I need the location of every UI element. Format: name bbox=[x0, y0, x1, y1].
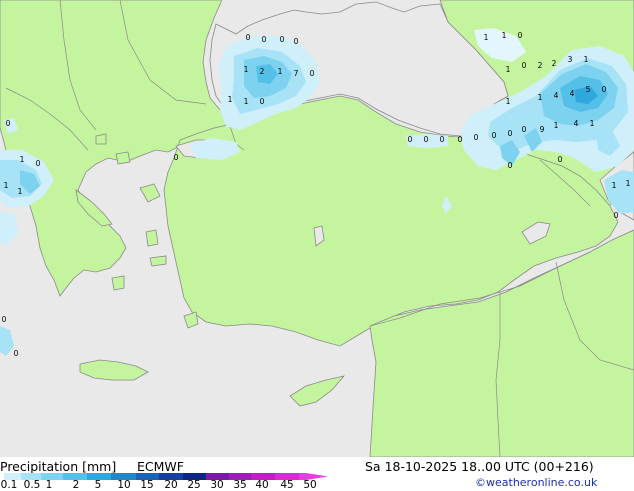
cell-value-label: 0 bbox=[6, 119, 11, 128]
cell-value-label: 1 bbox=[20, 155, 25, 164]
cell-value-label: 1 bbox=[502, 31, 507, 40]
legend-tick-label: 40 bbox=[255, 479, 269, 491]
legend-tick-label: 35 bbox=[233, 479, 247, 491]
cell-value-label: 1 bbox=[584, 55, 589, 64]
land-samos bbox=[149, 255, 167, 267]
cell-value-label: 1 bbox=[590, 119, 595, 128]
chart-title: Precipitation [mm] bbox=[0, 459, 117, 474]
cell-value-label: 1 bbox=[244, 65, 249, 74]
legend-tick-label: 2 bbox=[72, 479, 80, 491]
cell-value-label: 1 bbox=[228, 95, 233, 104]
cell-value-label: 1 bbox=[4, 181, 9, 190]
cell-value-label: 0 bbox=[294, 37, 299, 46]
cell-value-label: 0 bbox=[2, 315, 7, 324]
cell-value-label: 2 bbox=[538, 61, 543, 70]
cell-value-label: 0 bbox=[614, 211, 619, 220]
legend-tick-label: 10 bbox=[117, 479, 131, 491]
cell-value-label: 0 bbox=[262, 35, 267, 44]
legend-tick-label: 5 bbox=[94, 479, 102, 491]
legend-tick-label: 15 bbox=[140, 479, 154, 491]
legend-tick-label: 1 bbox=[45, 479, 53, 491]
cell-value-label: 1 bbox=[18, 187, 23, 196]
legend-tick-label: 30 bbox=[210, 479, 224, 491]
valid-datetime: Sa 18-10-2025 18..00 UTC (00+216) bbox=[365, 459, 594, 474]
land-chios bbox=[145, 229, 159, 247]
cell-value-label: 1 bbox=[506, 97, 511, 106]
cell-value-label: 0 bbox=[602, 85, 607, 94]
cell-value-label: 5 bbox=[586, 85, 591, 94]
cell-value-label: 0 bbox=[522, 61, 527, 70]
cell-value-label: 0 bbox=[508, 161, 513, 170]
cell-value-label: 0 bbox=[280, 35, 285, 44]
model-name: ECMWF bbox=[137, 459, 184, 474]
cell-value-label: 4 bbox=[570, 89, 575, 98]
cell-value-label: 0 bbox=[408, 135, 413, 144]
cell-value-label: 9 bbox=[540, 125, 545, 134]
cell-value-label: 0 bbox=[440, 135, 445, 144]
legend-tick-label: 45 bbox=[280, 479, 294, 491]
cell-value-label: 1 bbox=[278, 67, 283, 76]
cell-value-label: 0 bbox=[522, 125, 527, 134]
cell-value-label: 4 bbox=[554, 91, 559, 100]
cell-value-label: 1 bbox=[538, 93, 543, 102]
cell-value-label: 1 bbox=[554, 121, 559, 130]
cell-value-label: 2 bbox=[260, 67, 265, 76]
cell-value-label: 3 bbox=[568, 55, 573, 64]
cell-value-label: 7 bbox=[294, 69, 299, 78]
land-naxos bbox=[111, 275, 125, 291]
land-thasos bbox=[95, 133, 107, 145]
cell-value-label: 0 bbox=[36, 159, 41, 168]
land-limnos bbox=[115, 151, 131, 165]
legend-tick-label: 50 bbox=[303, 479, 317, 491]
legend-tick-label: 0.1 bbox=[0, 479, 18, 491]
cell-value-label: 0 bbox=[458, 135, 463, 144]
cell-value-label: 0 bbox=[558, 155, 563, 164]
legend-tick-label: 0.5 bbox=[23, 479, 41, 491]
cell-value-label: 1 bbox=[506, 65, 511, 74]
cell-value-label: 1 bbox=[626, 179, 631, 188]
cell-value-label: 0 bbox=[424, 135, 429, 144]
cell-value-label: 0 bbox=[492, 131, 497, 140]
cell-value-label: 0 bbox=[174, 153, 179, 162]
cell-value-label: 0 bbox=[474, 133, 479, 142]
cell-value-label: 1 bbox=[484, 33, 489, 42]
cell-value-label: 1 bbox=[612, 181, 617, 190]
cell-value-label: 0 bbox=[246, 33, 251, 42]
legend-tick-label: 20 bbox=[164, 479, 178, 491]
cell-value-label: 0 bbox=[508, 129, 513, 138]
cell-value-label: 0 bbox=[518, 31, 523, 40]
precipitation-map: 0 0 0 01 2 1 7 01 1 01 1 01 0 2 2 3 11 1 4 4 5 00 9 1 4 10 0 0 0 0 0 00… bbox=[0, 0, 634, 457]
legend-tick-label: 25 bbox=[187, 479, 201, 491]
cell-value-label: 4 bbox=[574, 119, 579, 128]
credit-link[interactable]: ©weatheronline.co.uk bbox=[475, 476, 597, 489]
cell-value-label: 0 bbox=[14, 349, 19, 358]
cell-value-label: 0 bbox=[310, 69, 315, 78]
cell-value-label: 0 bbox=[260, 97, 265, 106]
cell-value-label: 1 bbox=[244, 97, 249, 106]
cell-value-label: 2 bbox=[552, 59, 557, 68]
